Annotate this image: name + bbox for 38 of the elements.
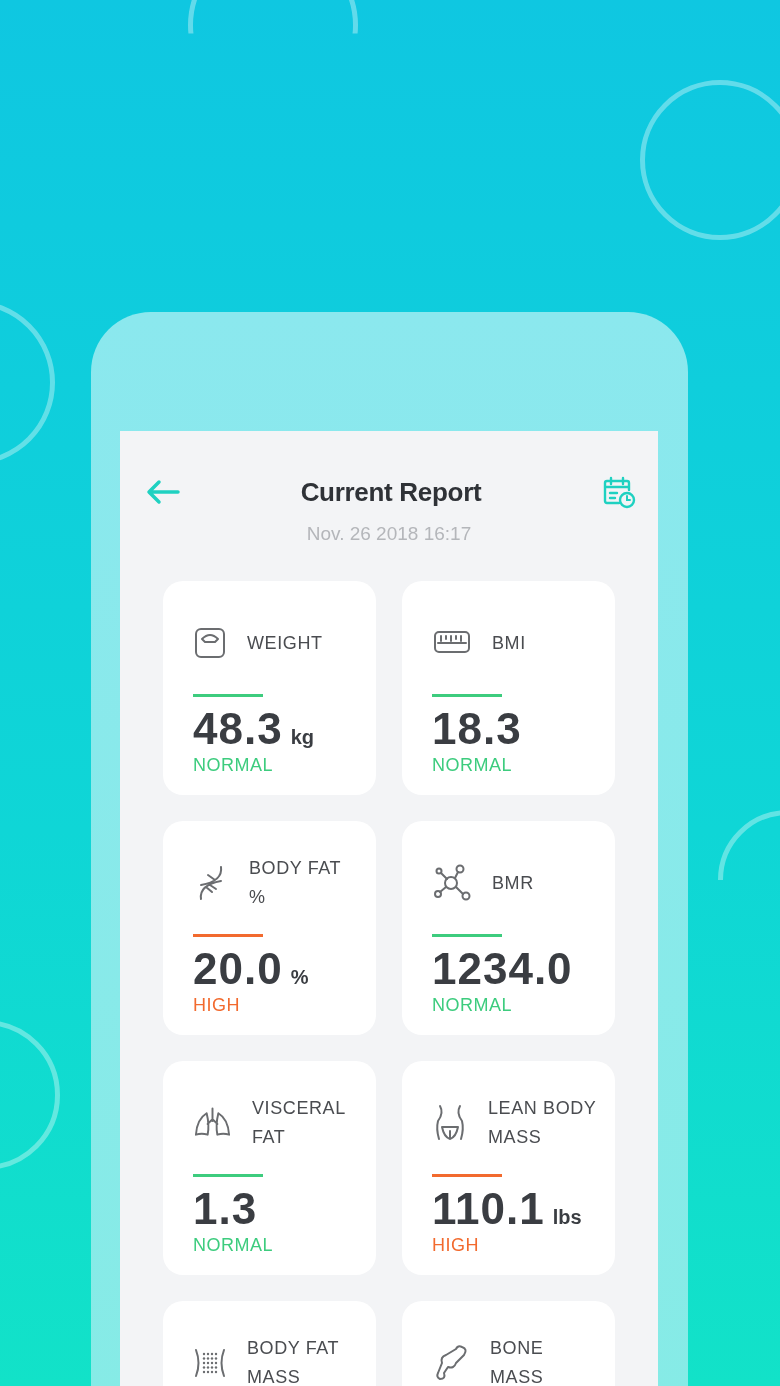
metric-card[interactable]: BONE MASS bbox=[402, 1301, 615, 1386]
metric-status: NORMAL bbox=[193, 1235, 274, 1256]
back-button[interactable] bbox=[146, 479, 180, 505]
molecule-icon bbox=[432, 863, 472, 903]
report-date: Nov. 26 2018 16:17 bbox=[305, 523, 473, 545]
metric-status: HIGH bbox=[432, 1235, 480, 1256]
metric-value: 1234.0 bbox=[432, 945, 573, 993]
metric-label: BMI bbox=[492, 631, 526, 655]
metric-label: WEIGHT bbox=[247, 631, 323, 655]
metric-status: NORMAL bbox=[432, 755, 513, 776]
metric-card[interactable]: VISCERAL FAT 1.3 NORMAL bbox=[163, 1061, 376, 1275]
metric-unit: lbs bbox=[552, 1206, 582, 1229]
metric-status: HIGH bbox=[193, 995, 241, 1016]
metric-label: LEAN BODY MASS bbox=[488, 1097, 598, 1149]
metric-card[interactable]: BMI 18.3 NORMAL bbox=[402, 581, 615, 795]
metric-label: BONE MASS bbox=[490, 1337, 545, 1386]
metric-unit: % bbox=[290, 966, 309, 989]
metric-card[interactable]: BODY FAT MASS bbox=[163, 1301, 376, 1386]
metric-label: BODY FAT % bbox=[249, 857, 342, 909]
metric-card[interactable]: LEAN BODY MASS 110.1 lbs HIGH bbox=[402, 1061, 615, 1275]
metric-value: 20.0 bbox=[193, 945, 283, 993]
body-grid-icon bbox=[193, 1346, 227, 1380]
metric-status: NORMAL bbox=[193, 755, 274, 776]
metric-card[interactable]: WEIGHT 48.3 kg NORMAL bbox=[163, 581, 376, 795]
metric-value: 18.3 bbox=[432, 705, 522, 753]
metric-value: 48.3 bbox=[193, 705, 283, 753]
metric-label: BODY FAT MASS bbox=[247, 1337, 340, 1386]
metric-value: 110.1 bbox=[432, 1185, 545, 1233]
screen-title: Current Report bbox=[299, 476, 483, 508]
metric-unit: kg bbox=[290, 726, 314, 749]
calendar-history-button[interactable] bbox=[602, 475, 636, 509]
metric-card[interactable]: BMR 1234.0 NORMAL bbox=[402, 821, 615, 1035]
metric-card[interactable]: BODY FAT % 20.0 % HIGH bbox=[163, 821, 376, 1035]
metric-label: VISCERAL FAT bbox=[252, 1097, 347, 1149]
metric-value: 1.3 bbox=[193, 1185, 258, 1233]
scale-icon bbox=[193, 626, 227, 660]
metric-status: NORMAL bbox=[432, 995, 513, 1016]
metric-label: BMR bbox=[492, 871, 534, 895]
